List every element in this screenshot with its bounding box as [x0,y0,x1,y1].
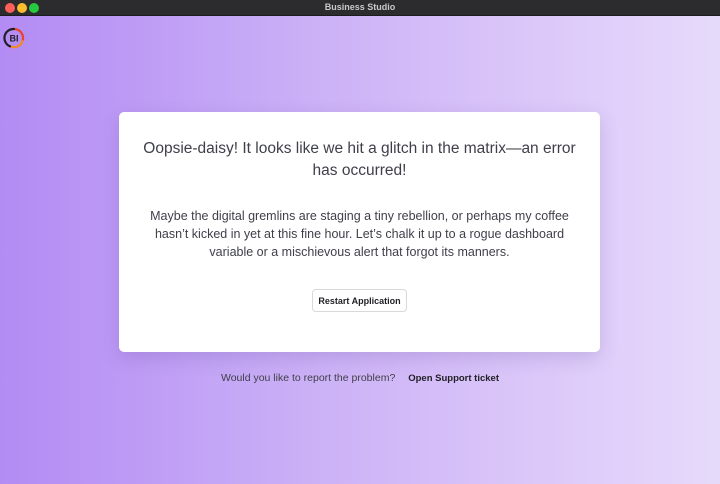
restart-application-button[interactable]: Restart Application [312,289,407,312]
open-support-ticket-link[interactable]: Open Support ticket [408,373,499,384]
logo-text: BI [10,34,19,44]
error-message: Maybe the digital gremlins are staging a… [150,209,569,259]
window-title: Business Studio [324,2,396,12]
bi-logo-icon: BI [3,27,25,49]
error-card: Oopsie-daisy! It looks like we hit a gli… [119,112,600,352]
error-headline: Oopsie-daisy! It looks like we hit a gli… [143,140,576,179]
report-problem-row: Would you like to report the problem? Op… [0,372,720,384]
main-content: BI Oopsie-daisy! It looks like we hit a … [0,16,720,484]
title-bar: Business Studio [0,0,720,16]
report-question: Would you like to report the problem? [220,372,396,384]
